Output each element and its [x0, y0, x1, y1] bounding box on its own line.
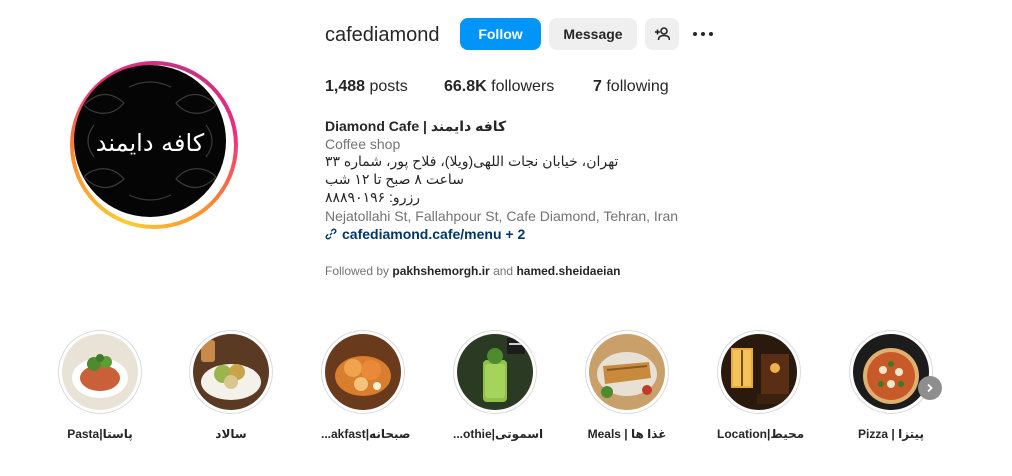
following-label: following — [601, 78, 669, 95]
highlight-ring — [321, 330, 405, 414]
avatar[interactable]: کافه دایمند — [74, 65, 226, 217]
highlight-smoothie[interactable]: ...othie|اسموتی — [453, 330, 544, 441]
suggest-accounts-button[interactable] — [645, 18, 679, 50]
highlight-ring — [58, 330, 142, 414]
bio-hours: ساعت ۸ صبح تا ۱۲ شب — [325, 171, 464, 187]
bio-link-text: cafediamond.cafe/menu + 2 — [342, 226, 526, 242]
profile-avatar-ring[interactable]: کافه دایمند — [70, 61, 238, 229]
highlight-ring — [453, 330, 537, 414]
posts-label: posts — [365, 78, 408, 95]
highlight-ring — [717, 330, 801, 414]
highlight-location[interactable]: Location|محیط — [717, 330, 805, 441]
highlight-breakfast[interactable]: ...akfast|صبحانه — [321, 330, 411, 441]
message-button[interactable]: Message — [549, 18, 637, 50]
dot — [701, 32, 705, 36]
followed-by[interactable]: Followed by pakhshemorgh.ir and hamed.sh… — [325, 264, 620, 278]
highlight-salad[interactable]: سالاد — [189, 330, 273, 441]
highlights-next-button[interactable] — [918, 376, 942, 400]
highlight-ring — [849, 330, 933, 414]
highlight-label: سالاد — [215, 427, 247, 441]
highlight-cover — [589, 334, 665, 410]
link-icon — [325, 228, 337, 240]
avatar-ornament: کافه دایمند — [83, 81, 217, 201]
following-stat[interactable]: 7 following — [593, 78, 669, 96]
highlight-cover — [325, 334, 401, 410]
bio-link[interactable]: cafediamond.cafe/menu + 2 — [325, 226, 525, 242]
more-options-icon[interactable] — [690, 24, 716, 44]
highlight-label: Pizza | پیتزا — [858, 427, 924, 441]
posts-count: 1,488 — [325, 78, 366, 95]
highlight-ring — [585, 330, 669, 414]
highlight-cover — [457, 334, 533, 410]
highlight-label: ...othie|اسموتی — [453, 427, 544, 441]
highlight-cover — [853, 334, 929, 410]
following-count: 7 — [593, 78, 602, 95]
followed-user-2[interactable]: hamed.sheidaeian — [516, 264, 620, 278]
highlight-meals[interactable]: Meals | غذا ها — [585, 330, 669, 441]
add-person-icon — [655, 27, 670, 41]
highlight-ring — [189, 330, 273, 414]
highlight-label: Meals | غذا ها — [587, 427, 667, 441]
dot — [693, 32, 697, 36]
highlight-cover — [193, 334, 269, 410]
profile-username: cafediamond — [325, 24, 440, 46]
highlight-cover — [62, 334, 138, 410]
followers-label: followers — [486, 78, 555, 95]
bio-category: Coffee shop — [325, 136, 401, 152]
bio-full-name: Diamond Cafe | کافه دایمند — [325, 118, 507, 134]
avatar-logo-text: کافه دایمند — [96, 129, 205, 157]
highlight-cover — [721, 334, 797, 410]
highlight-label: ...akfast|صبحانه — [321, 427, 411, 441]
bio-reservation: رزرو: ۸۸۸۹۰۱۹۶ — [325, 189, 420, 205]
highlight-label: Pasta|پاستا — [67, 427, 133, 441]
bio-address-en: Nejatollahi St, Fallahpour St, Cafe Diam… — [325, 208, 679, 224]
followed-and: and — [489, 264, 517, 278]
followed-user-1[interactable]: pakhshemorgh.ir — [392, 264, 489, 278]
followers-count: 66.8K — [444, 78, 487, 95]
followers-stat[interactable]: 66.8K followers — [444, 78, 554, 96]
chevron-right-icon — [927, 383, 933, 393]
posts-stat: 1,488 posts — [325, 78, 408, 96]
bio-address-fa: تهران، خیابان نجات اللهی(ویلا)، فلاح پور… — [325, 153, 619, 169]
follow-button[interactable]: Follow — [460, 18, 541, 50]
followed-prefix: Followed by — [325, 264, 393, 278]
highlight-pasta[interactable]: Pasta|پاستا — [58, 330, 142, 441]
dot — [709, 32, 713, 36]
highlight-label: Location|محیط — [717, 427, 805, 441]
